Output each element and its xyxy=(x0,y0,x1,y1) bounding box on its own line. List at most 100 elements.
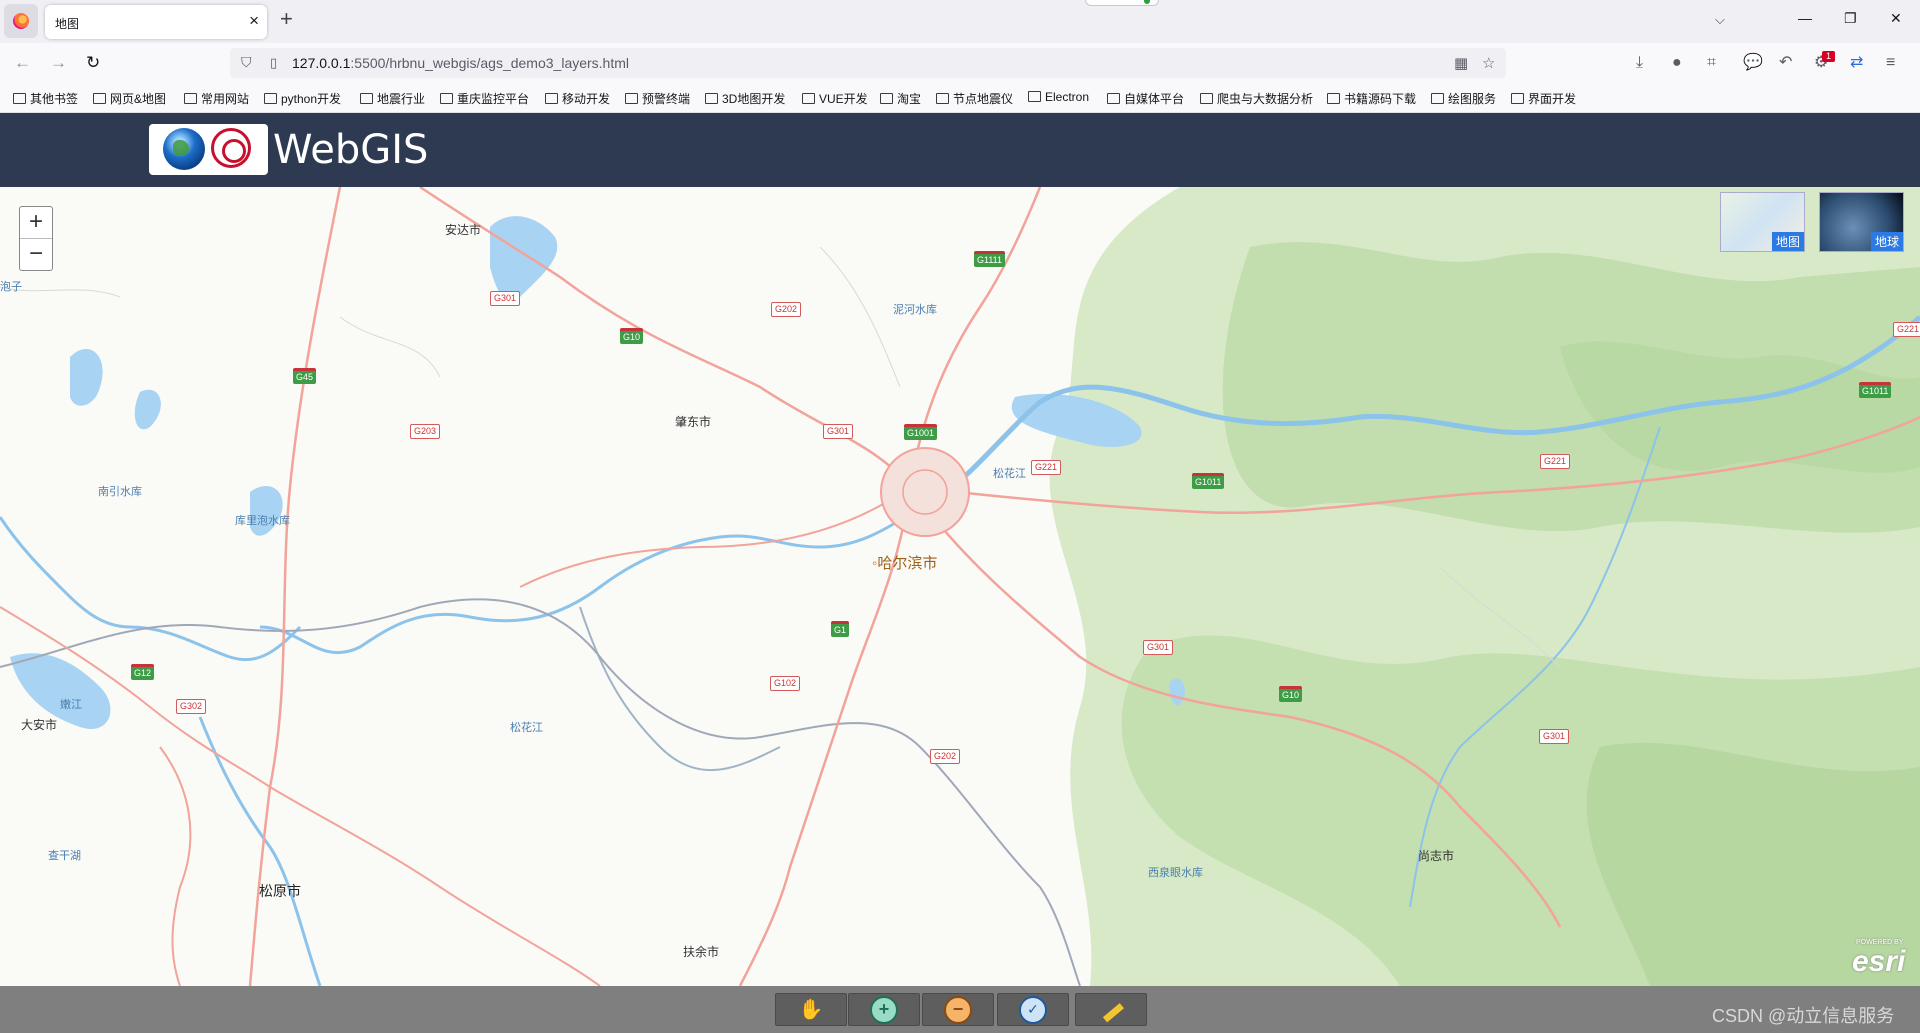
account-icon[interactable]: ● xyxy=(1672,53,1682,73)
bookmark-folder[interactable]: 预警终端 xyxy=(625,90,690,107)
url-text[interactable]: 127.0.0.1:5500/hrbnu_webgis/ags_demo3_la… xyxy=(292,55,629,71)
bookmark-folder[interactable]: 网页&地图 xyxy=(93,90,166,107)
water-label: 南引水库 xyxy=(98,486,142,498)
esri-logo[interactable]: esri xyxy=(1852,945,1905,979)
new-tab-button[interactable]: + xyxy=(280,8,293,30)
bookmark-folder[interactable]: 自媒体平台 xyxy=(1107,90,1184,107)
bookmark-folder[interactable]: 绘图服务 xyxy=(1431,90,1496,107)
bookmark-folder[interactable]: 节点地震仪 xyxy=(936,90,1013,107)
road-shield: G45 xyxy=(293,368,317,384)
road-shield: G301 xyxy=(1539,729,1570,744)
basemap-label: 地图 xyxy=(1771,232,1804,251)
zoom-out-button[interactable]: − xyxy=(20,239,52,270)
list-tabs-chevron-icon[interactable]: ⌵ xyxy=(1715,12,1725,28)
bookmarks-bar: 其他书签 网页&地图 常用网站 python开发 地震行业 重庆监控平台 移动开… xyxy=(0,84,1920,113)
bookmark-folder[interactable]: 界面开发 xyxy=(1511,90,1576,107)
road-shield: G102 xyxy=(770,676,801,691)
restore-icon[interactable]: ❐ xyxy=(1844,10,1857,27)
menu-icon[interactable]: ≡ xyxy=(1886,53,1895,73)
forward-icon[interactable]: → xyxy=(50,53,67,73)
basemap-toggle-globe[interactable]: 地球 xyxy=(1819,192,1904,252)
bookmark-folder[interactable]: 常用网站 xyxy=(184,90,249,107)
water-label: 松花江 xyxy=(510,722,543,734)
download-icon[interactable]: ⤓ xyxy=(1636,53,1643,73)
road-shield: G1011 xyxy=(1192,473,1225,489)
zoom-out-tool-button[interactable]: − xyxy=(922,993,994,1026)
crop-icon[interactable]: ⌗ xyxy=(1707,53,1716,73)
road-shield: G10 xyxy=(1279,686,1303,702)
url-bar[interactable]: ⛉ ▯ 127.0.0.1:5500/hrbnu_webgis/ags_demo… xyxy=(230,48,1506,78)
hand-icon: ✋ xyxy=(798,999,824,1021)
folder-icon xyxy=(440,93,453,104)
road-shield: G10 xyxy=(620,328,644,344)
road-shield: G202 xyxy=(771,302,802,317)
bookmark-star-icon[interactable]: ☆ xyxy=(1482,54,1495,72)
watermark: CSDN @动立信息服务 xyxy=(1712,1006,1895,1026)
basemap-label: 地球 xyxy=(1870,232,1903,251)
road-shield: G301 xyxy=(1143,640,1174,655)
measure-tool-button[interactable]: ▬ xyxy=(1075,992,1147,1026)
undo-icon[interactable]: ↶ xyxy=(1779,53,1792,73)
road-shield: G301 xyxy=(823,424,854,439)
bookmark-folder[interactable]: 地震行业 xyxy=(360,90,425,107)
zoom-in-button[interactable]: + xyxy=(20,207,52,238)
bookmark-folder[interactable]: 重庆监控平台 xyxy=(440,90,529,107)
bookmark-folder[interactable]: 爬虫与大数据分析 xyxy=(1200,90,1313,107)
bookmark-folder[interactable]: 书籍源码下载 xyxy=(1327,90,1416,107)
reload-icon[interactable]: ↻ xyxy=(86,53,100,73)
shield-icon[interactable]: ⛉ xyxy=(241,54,252,71)
folder-icon xyxy=(1511,93,1524,104)
university-seal-icon xyxy=(211,128,251,168)
basemap-canvas xyxy=(0,187,1920,986)
chat-icon[interactable]: 💬 xyxy=(1743,53,1763,73)
folder-icon xyxy=(802,93,815,104)
globe-icon xyxy=(163,128,205,170)
tab-close-icon[interactable]: × xyxy=(249,12,259,30)
bookmark-folder[interactable]: VUE开发 xyxy=(802,90,868,107)
bookmark-folder[interactable]: 淘宝 xyxy=(880,90,921,107)
water-label: 嫩江 xyxy=(60,699,82,711)
water-label: 松花江 xyxy=(993,468,1026,480)
bookmark-folder[interactable]: 其他书签 xyxy=(13,90,78,107)
bookmark-folder[interactable]: 3D地图开发 xyxy=(705,90,785,107)
place-label: 安达市 xyxy=(445,223,482,237)
browser-tab[interactable]: 地图 × xyxy=(45,5,267,39)
firefox-view-button[interactable] xyxy=(4,4,38,38)
place-label: 扶余市 xyxy=(683,945,720,959)
close-window-icon[interactable]: ✕ xyxy=(1890,10,1902,27)
full-extent-tool-button[interactable]: ✓ xyxy=(997,993,1069,1026)
road-shield: G301 xyxy=(490,291,521,306)
basemap-toggle-map[interactable]: 地图 xyxy=(1720,192,1805,252)
map-view[interactable]: + − 地图 地球 安达市 肇东市 ◦哈尔滨市 大安市 松原市 尚志市 扶余市 … xyxy=(0,187,1920,986)
app-header: WebGIS xyxy=(0,113,1920,187)
translate-icon[interactable]: ⇄ xyxy=(1850,53,1863,73)
qr-code-icon[interactable]: ▦ xyxy=(1454,54,1468,72)
navigation-bar: ← → ↻ ⛉ ▯ 127.0.0.1:5500/hrbnu_webgis/ag… xyxy=(0,43,1920,84)
full-extent-icon: ✓ xyxy=(1019,995,1047,1024)
folder-icon xyxy=(264,93,277,104)
water-label: 西泉眼水库 xyxy=(1148,867,1203,879)
minimize-icon[interactable]: — xyxy=(1798,10,1812,26)
road-shield: G1011 xyxy=(1859,382,1892,398)
folder-icon xyxy=(360,93,373,104)
back-icon[interactable]: ← xyxy=(14,53,31,73)
page-info-icon[interactable]: ▯ xyxy=(270,55,277,71)
screen-share-indicator xyxy=(1085,0,1159,6)
folder-icon xyxy=(1028,91,1041,102)
bookmark-folder[interactable]: Electron xyxy=(1028,90,1089,104)
browser-tab-strip: 地图 × + ⌵ — ❐ ✕ xyxy=(0,0,1920,43)
road-shield: G221 xyxy=(1893,322,1920,337)
road-shield: G1111 xyxy=(974,251,1006,267)
folder-icon xyxy=(880,93,893,104)
bookmark-folder[interactable]: 移动开发 xyxy=(545,90,610,107)
pan-tool-button[interactable]: ✋ xyxy=(775,993,847,1026)
notification-badge: 1 xyxy=(1822,51,1835,62)
bookmark-folder[interactable]: python开发 xyxy=(264,90,341,107)
zoom-in-tool-button[interactable]: + xyxy=(848,993,920,1026)
map-toolbar: ✋ + − ✓ ▬ xyxy=(0,986,1920,1033)
folder-icon xyxy=(184,93,197,104)
folder-icon xyxy=(705,93,718,104)
road-shield: G221 xyxy=(1540,454,1571,469)
place-label: 尚志市 xyxy=(1418,849,1455,863)
zoom-in-icon: + xyxy=(870,995,898,1024)
